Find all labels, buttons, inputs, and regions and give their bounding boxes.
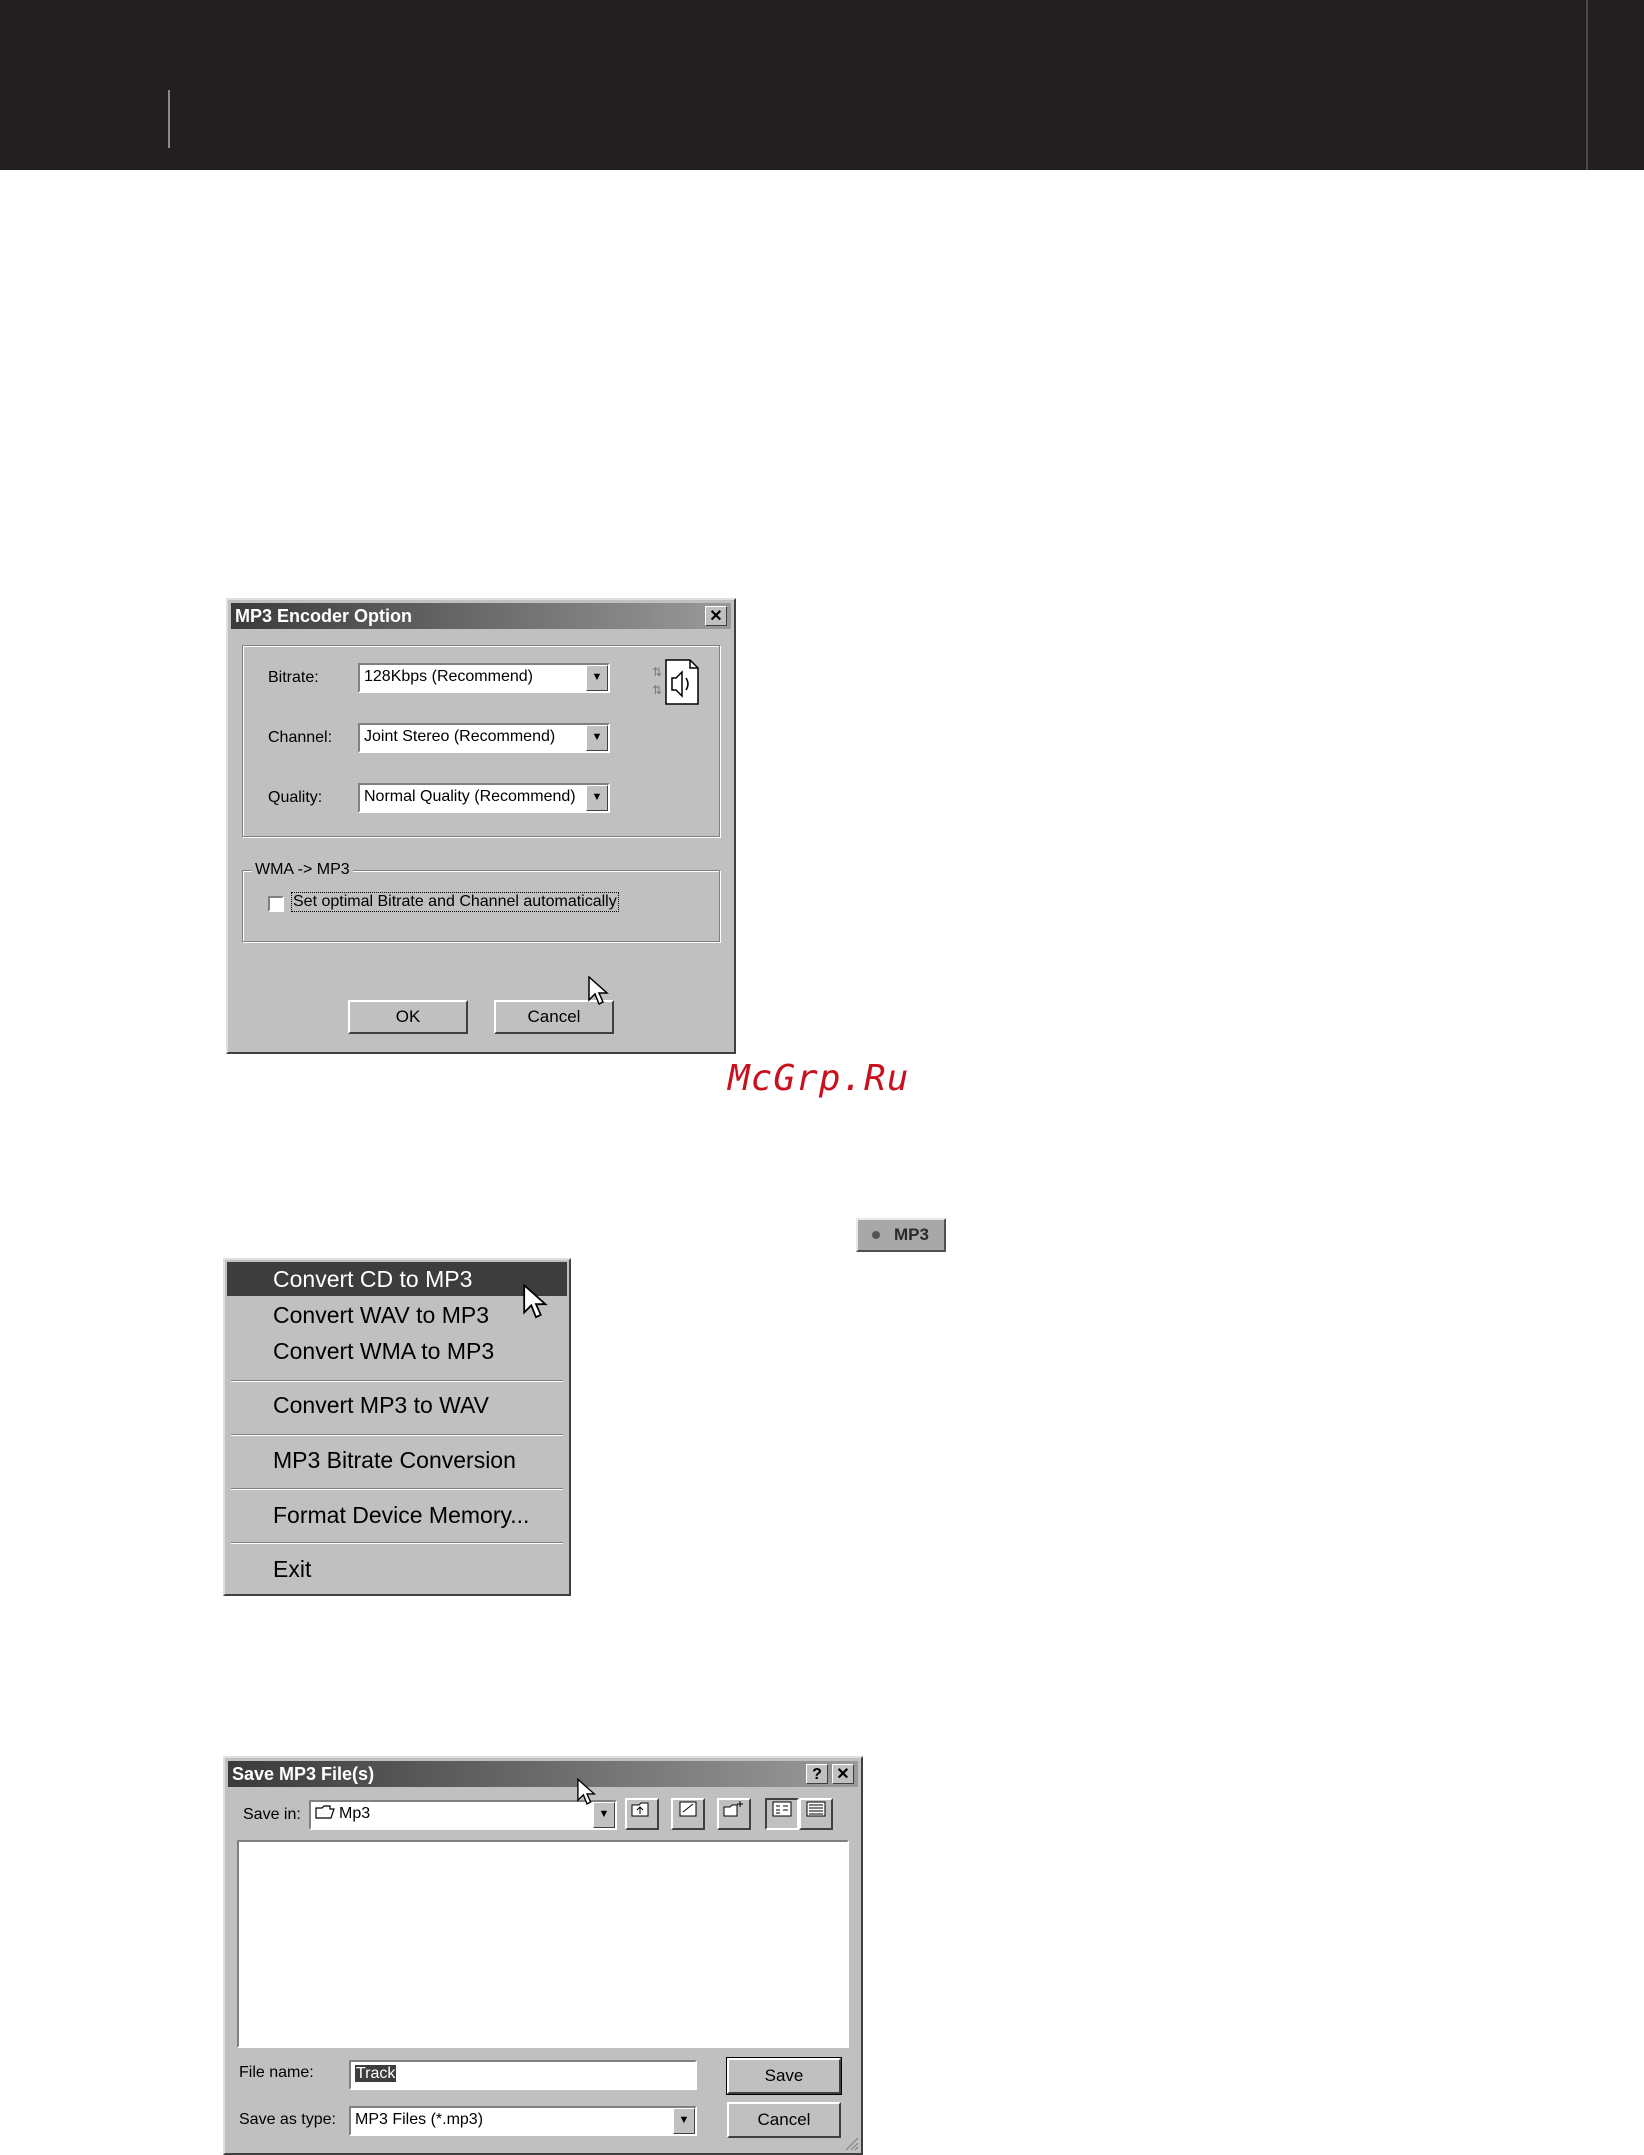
svg-text:⇅: ⇅	[652, 683, 662, 697]
desktop-icon	[679, 1801, 697, 1817]
quality-select-value: Normal Quality (Recommend)	[364, 788, 576, 805]
menu-item-mp3-bitrate-conversion[interactable]: MP3 Bitrate Conversion	[227, 1443, 567, 1477]
page-header-band	[0, 0, 1644, 170]
details-view-button[interactable]	[799, 1798, 833, 1830]
bitrate-label: Bitrate:	[268, 669, 319, 686]
file-name-value: Track	[355, 2065, 397, 2082]
folder-icon	[315, 1805, 335, 1819]
help-icon[interactable]: ?	[806, 1764, 828, 1784]
menu-item-convert-cd-to-mp3[interactable]: Convert CD to MP3	[227, 1262, 567, 1296]
channel-label: Channel:	[268, 729, 333, 746]
resize-grip-icon[interactable]	[843, 2135, 859, 2151]
folder-up-icon	[631, 1802, 649, 1817]
menu-item-format-device-memory[interactable]: Format Device Memory...	[227, 1498, 567, 1532]
mp3-button-label: MP3	[894, 1225, 929, 1244]
channel-select-value: Joint Stereo (Recommend)	[364, 728, 556, 745]
menu-separator	[231, 1488, 563, 1490]
menu-item-convert-wav-to-mp3[interactable]: Convert WAV to MP3	[227, 1298, 567, 1332]
mp3-encoder-dialog: MP3 Encoder Option ✕ Bitrate: 128Kbps (R…	[226, 598, 736, 1054]
bitrate-select-value: 128Kbps (Recommend)	[364, 668, 533, 685]
menu-separator	[231, 1434, 563, 1436]
list-view-button[interactable]	[765, 1798, 799, 1830]
menu-separator	[231, 1542, 563, 1544]
file-list-pane[interactable]	[237, 1840, 849, 2048]
menu-separator	[231, 1380, 563, 1382]
save-dialog-title: Save MP3 File(s)	[232, 1764, 375, 1784]
indicator-dot-icon	[872, 1231, 880, 1239]
watermark-text: McGrp.Ru	[728, 1058, 910, 1099]
chevron-down-icon[interactable]: ▼	[586, 725, 608, 751]
up-one-level-button[interactable]	[625, 1798, 659, 1830]
auto-bitrate-checkbox[interactable]	[268, 896, 284, 912]
chevron-down-icon[interactable]: ▼	[673, 2108, 695, 2134]
save-as-type-select[interactable]: MP3 Files (*.mp3) ▼	[349, 2106, 697, 2136]
wma-mp3-group-label: WMA -> MP3	[252, 861, 353, 879]
mouse-pointer-icon	[588, 976, 609, 1006]
mp3-button[interactable]: MP3	[856, 1218, 946, 1252]
bitrate-select[interactable]: 128Kbps (Recommend) ▼	[358, 663, 610, 693]
quality-select[interactable]: Normal Quality (Recommend) ▼	[358, 783, 610, 813]
new-folder-button[interactable]	[717, 1798, 751, 1830]
file-name-input[interactable]: Track	[349, 2060, 697, 2090]
auto-bitrate-checkbox-label[interactable]: Set optimal Bitrate and Channel automati…	[291, 892, 619, 912]
ok-button[interactable]: OK	[348, 1000, 468, 1034]
close-icon[interactable]: ✕	[832, 1764, 854, 1784]
mouse-pointer-icon	[577, 1778, 597, 1805]
mouse-pointer-icon	[523, 1284, 548, 1319]
audio-file-icon: ⇅ ⇅	[652, 659, 699, 705]
header-divider-left	[168, 90, 170, 148]
save-in-select[interactable]: Mp3 ▼	[309, 1800, 617, 1830]
channel-select[interactable]: Joint Stereo (Recommend) ▼	[358, 723, 610, 753]
chevron-down-icon[interactable]: ▼	[586, 665, 608, 691]
save-as-type-value: MP3 Files (*.mp3)	[355, 2111, 484, 2128]
save-in-label: Save in:	[243, 1806, 301, 1823]
file-name-label: File name:	[239, 2064, 314, 2081]
save-as-type-label: Save as type:	[239, 2111, 336, 2128]
details-view-icon	[806, 1801, 826, 1817]
context-menu: Convert CD to MP3 Convert WAV to MP3 Con…	[223, 1258, 571, 1596]
save-in-value: Mp3	[339, 1805, 371, 1822]
menu-item-convert-wma-to-mp3[interactable]: Convert WMA to MP3	[227, 1334, 567, 1368]
save-mp3-dialog: Save MP3 File(s) ? ✕ Save in: Mp3 ▼ File…	[223, 1756, 863, 2155]
save-dialog-titlebar[interactable]: Save MP3 File(s) ? ✕	[228, 1761, 858, 1787]
new-folder-icon	[723, 1801, 743, 1817]
header-divider-right	[1586, 0, 1588, 170]
menu-item-exit[interactable]: Exit	[227, 1552, 567, 1586]
menu-item-convert-mp3-to-wav[interactable]: Convert MP3 to WAV	[227, 1388, 567, 1422]
close-icon[interactable]: ✕	[705, 606, 727, 626]
encoder-dialog-titlebar[interactable]: MP3 Encoder Option ✕	[231, 603, 731, 629]
encoder-dialog-title: MP3 Encoder Option	[235, 606, 413, 626]
svg-text:⇅: ⇅	[652, 665, 662, 679]
chevron-down-icon[interactable]: ▼	[586, 785, 608, 811]
quality-label: Quality:	[268, 789, 323, 806]
list-view-icon	[772, 1801, 792, 1817]
desktop-button[interactable]	[671, 1798, 705, 1830]
save-button[interactable]: Save	[726, 2057, 842, 2095]
cancel-button[interactable]: Cancel	[727, 2102, 841, 2138]
